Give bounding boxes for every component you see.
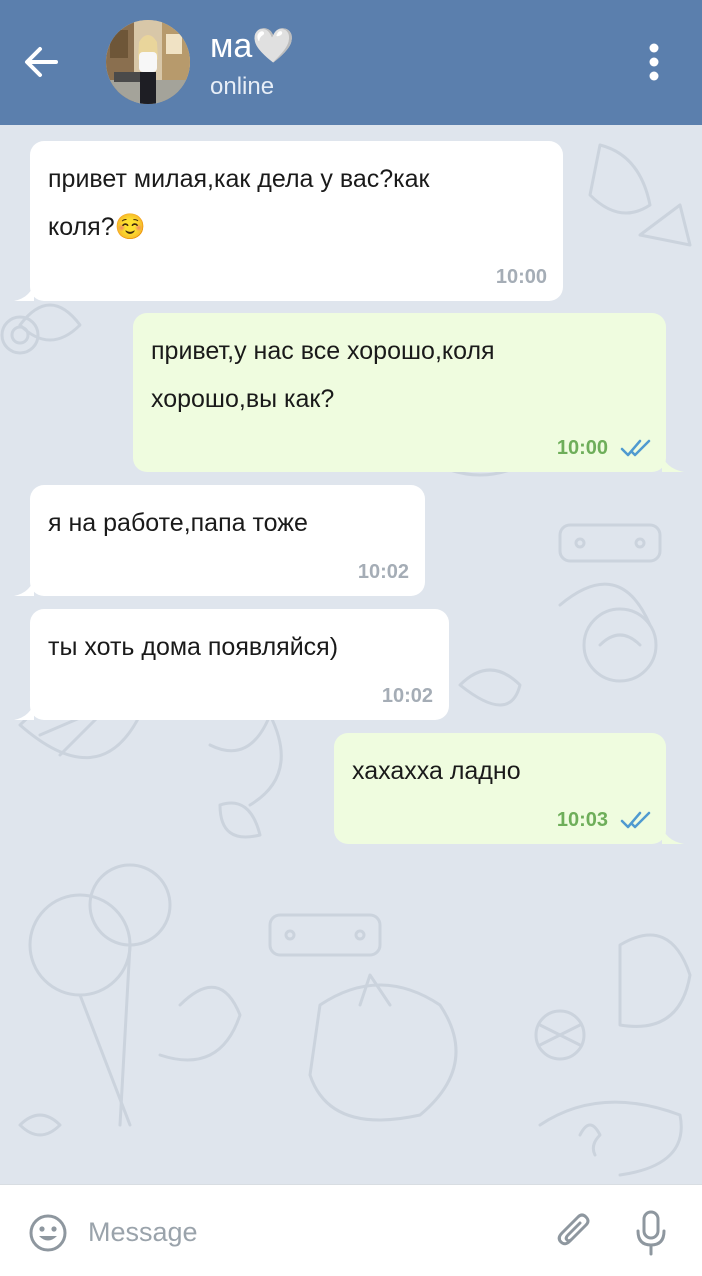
- message-meta: 10:00: [496, 265, 547, 289]
- message-time: 10:02: [357, 561, 409, 583]
- message-time: 10:00: [556, 437, 608, 459]
- bubble-tail: [14, 576, 34, 596]
- message-composer: [0, 1184, 702, 1276]
- message-text: привет милая,как дела у вас?как: [48, 165, 430, 193]
- message-text: привет,у нас все хорошо,коля: [151, 337, 495, 365]
- message-time: 10:00: [495, 266, 547, 288]
- double-check-icon: [620, 439, 651, 457]
- message-meta: 10:02: [382, 684, 433, 708]
- message-text: я на работе,папа тоже: [48, 509, 308, 537]
- bubble-tail: [662, 824, 684, 844]
- message-text: коля?☺️: [48, 213, 146, 241]
- smiley-icon: [29, 1214, 67, 1252]
- message-meta: 10:00: [557, 436, 652, 460]
- avatar[interactable]: [106, 20, 190, 104]
- bubble-tail: [14, 281, 34, 301]
- contact-photo: [106, 20, 190, 104]
- message-bubble-incoming[interactable]: я на работе,папа тоже 10:02: [14, 485, 425, 596]
- arrow-left-icon: [25, 47, 58, 77]
- bubble-tail: [662, 452, 684, 472]
- bubble-tail: [14, 700, 34, 720]
- message-bubble-incoming[interactable]: ты хоть дома появляйся) 10:02: [14, 609, 449, 720]
- paperclip-icon: [557, 1213, 590, 1246]
- message-time: 10:02: [381, 685, 433, 707]
- microphone-button[interactable]: [634, 1209, 668, 1257]
- microphone-icon: [636, 1210, 666, 1256]
- message-text: хорошо,вы как?: [151, 385, 335, 413]
- message-bubble-incoming[interactable]: привет милая,как дела у вас?как коля?☺️ …: [14, 141, 563, 301]
- message-time: 10:03: [556, 809, 608, 831]
- message-bubble-outgoing[interactable]: хахахха ладно 10:03: [334, 733, 684, 844]
- double-check-icon: [620, 811, 651, 829]
- message-text: ты хоть дома появляйся): [48, 633, 339, 661]
- menu-button[interactable]: [636, 40, 672, 84]
- message-meta: 10:02: [358, 560, 409, 584]
- message-list[interactable]: привет милая,как дела у вас?как коля?☺️ …: [0, 125, 702, 1184]
- attach-button[interactable]: [554, 1209, 594, 1255]
- message-meta: 10:03: [557, 808, 652, 832]
- contact-name[interactable]: ма🤍: [210, 26, 295, 66]
- message-input[interactable]: [88, 1207, 528, 1257]
- more-vertical-icon: [649, 43, 659, 81]
- message-bubble-outgoing[interactable]: привет,у нас все хорошо,коля хорошо,вы к…: [133, 313, 684, 472]
- back-button[interactable]: [18, 38, 66, 86]
- contact-status: online: [210, 73, 275, 100]
- emoji-button[interactable]: [28, 1213, 68, 1253]
- chat-header: ма🤍 online: [0, 0, 702, 125]
- message-text: хахахха ладно: [352, 757, 521, 785]
